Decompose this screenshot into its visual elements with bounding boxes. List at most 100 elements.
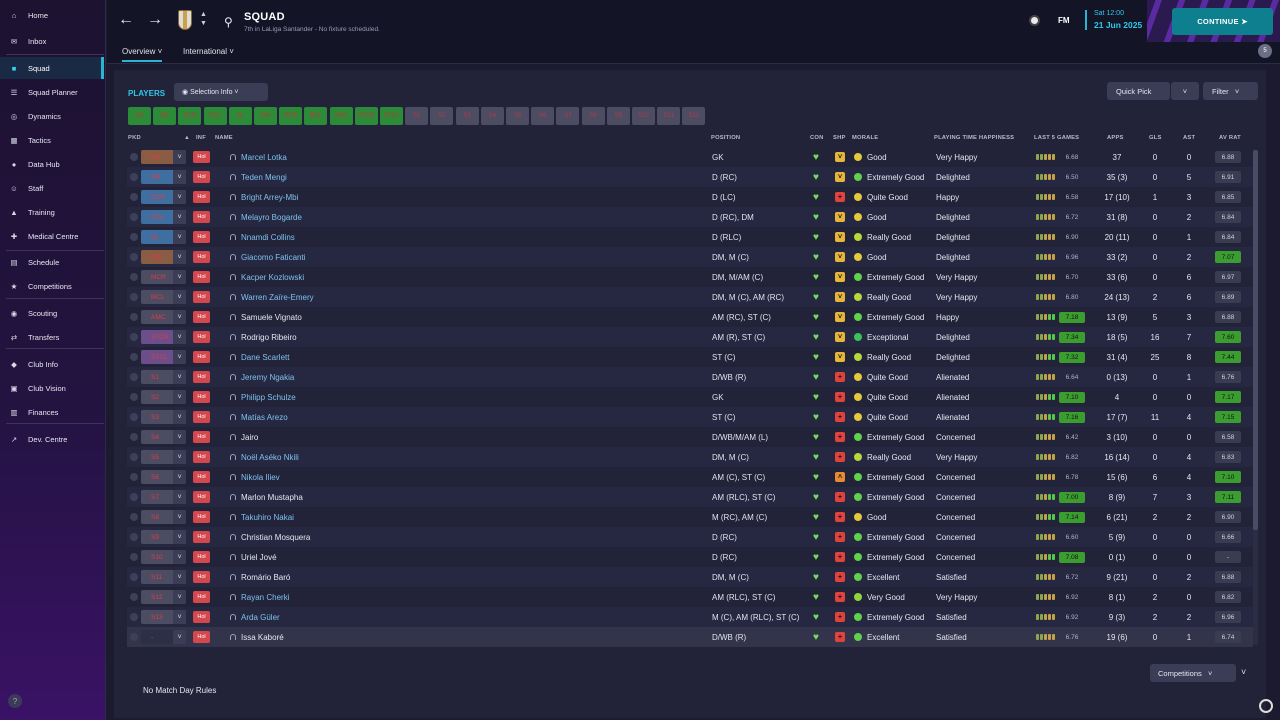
inf-badge[interactable]: Hol (193, 351, 210, 363)
select-radio[interactable] (130, 613, 138, 621)
pkd-dropdown[interactable]: S1 ˅ (141, 370, 186, 384)
pkd-dropdown[interactable]: S3 ˅ (141, 410, 186, 424)
table-row[interactable]: S4 ˅ Hol Jairo D/WB/M/AM (L) ♥ + Extremely Good… (127, 427, 1253, 447)
table-row[interactable]: MCL ˅ Hol Warren Zaïre-Emery DM, M (C), AM (… (127, 287, 1253, 307)
sidebar-item-schedule[interactable]: ▤ Schedule (0, 251, 104, 273)
inf-badge[interactable]: Hol (193, 371, 210, 383)
col-shp[interactable]: SHP (833, 135, 846, 141)
select-radio[interactable] (130, 193, 138, 201)
table-row[interactable]: - ˅ Hol Issa Kaboré D/WB (R) ♥ + Excellent Satis… (127, 627, 1253, 647)
tab-international[interactable]: International ˅ (183, 47, 234, 56)
inf-badge[interactable]: Hol (193, 451, 210, 463)
player-name[interactable]: Uriel Jové (230, 547, 277, 567)
back-arrow-icon[interactable]: ← (118, 11, 134, 29)
table-row[interactable]: STCR ˅ Hol Rodrigo Ribeiro AM (R), ST (C) ♥ ˅ E… (127, 327, 1253, 347)
select-radio[interactable] (130, 453, 138, 461)
quick-pick-button[interactable]: Quick Pick (1107, 82, 1170, 100)
pkd-dropdown[interactable]: AMC ˅ (141, 310, 186, 324)
game-date[interactable]: Sat 12:00 21 Jun 2025 (1085, 10, 1142, 30)
player-name[interactable]: Giacomo Faticanti (230, 247, 305, 267)
player-name[interactable]: Nnamdi Collins (230, 227, 295, 247)
position-chip-s11[interactable]: S11 (657, 107, 681, 125)
position-chip-gk[interactable]: GK (128, 107, 151, 125)
select-radio[interactable] (130, 253, 138, 261)
select-radio[interactable] (130, 433, 138, 441)
inf-badge[interactable]: Hol (193, 591, 210, 603)
table-row[interactable]: DR ˅ Hol Teden Mengi D (RC) ♥ ˅ Extremely Good D… (127, 167, 1253, 187)
sidebar-item-training[interactable]: ▲ Training (0, 201, 104, 223)
position-chip-s7[interactable]: S7 (556, 107, 580, 125)
position-chip-stcr[interactable]: STCR (354, 107, 378, 125)
pkd-dropdown[interactable]: S10 ˅ (141, 550, 186, 564)
help-icon[interactable]: ? (8, 694, 22, 708)
inf-badge[interactable]: Hol (193, 511, 210, 523)
select-radio[interactable] (130, 153, 138, 161)
pkd-dropdown[interactable]: DCR ˅ (141, 190, 186, 204)
table-row[interactable]: GK ˅ Hol Marcel Lotka GK ♥ ˅ Good Very Happy 6.68… (127, 147, 1253, 167)
table-row[interactable]: S11 ˅ Hol Romário Baró DM, M (C) ♥ + Excellent S… (127, 567, 1253, 587)
pkd-dropdown[interactable]: S7 ˅ (141, 490, 186, 504)
select-radio[interactable] (130, 413, 138, 421)
inf-badge[interactable]: Hol (193, 431, 210, 443)
notification-icon[interactable]: 5 (1258, 44, 1272, 58)
competitions-button[interactable]: Competitions ˅ (1150, 664, 1236, 682)
scrollbar[interactable] (1253, 150, 1258, 645)
sidebar-item-dynamics[interactable]: ◎ Dynamics (0, 105, 104, 127)
select-radio[interactable] (130, 593, 138, 601)
select-radio[interactable] (130, 373, 138, 381)
pkd-dropdown[interactable]: DCL ˅ (141, 210, 186, 224)
player-name[interactable]: Rayan Cherki (230, 587, 289, 607)
pkd-dropdown[interactable]: STCR ˅ (141, 330, 186, 344)
col-con[interactable]: CON (810, 135, 823, 141)
col-inf[interactable]: INF (196, 135, 206, 141)
selection-info-button[interactable]: ◉ Selection Info ˅ (174, 83, 268, 101)
sidebar-item-squad-planner[interactable]: ☰ Squad Planner (0, 81, 104, 103)
col-pkd[interactable]: PKD (128, 135, 141, 141)
pkd-dropdown[interactable]: DM ˅ (141, 250, 186, 264)
position-chip-mcl[interactable]: MCL (304, 107, 328, 125)
football-icon[interactable] (1029, 15, 1040, 26)
club-switch-arrows-icon[interactable]: ▲ ▼ (200, 10, 207, 28)
sidebar-item-finances[interactable]: ▥ Finances (0, 401, 104, 423)
select-radio[interactable] (130, 313, 138, 321)
player-name[interactable]: Rodrigo Ribeiro (230, 327, 297, 347)
table-row[interactable]: S6 ˅ Hol Nikola Iliev AM (C), ST (C) ♥ ˄ Extrem… (127, 467, 1253, 487)
table-row[interactable]: S8 ˅ Hol Takuhiro Nakai M (RC), AM (C) ♥ + Good… (127, 507, 1253, 527)
sidebar-item-squad[interactable]: ■ Squad (0, 57, 104, 79)
pkd-dropdown[interactable]: S6 ˅ (141, 470, 186, 484)
inf-badge[interactable]: Hol (193, 191, 210, 203)
table-row[interactable]: S7 ˅ Hol Marlon Mustapha AM (RLC), ST (C) ♥ + E… (127, 487, 1253, 507)
pkd-dropdown[interactable]: S11 ˅ (141, 570, 186, 584)
position-chip-dcr[interactable]: DCR (178, 107, 202, 125)
table-row[interactable]: S10 ˅ Hol Uriel Jové D (RC) ♥ + Extremely Good C… (127, 547, 1253, 567)
player-name[interactable]: Arda Güler (230, 607, 280, 627)
inf-badge[interactable]: Hol (193, 491, 210, 503)
player-name[interactable]: Jairo (230, 427, 258, 447)
position-chip-stcl[interactable]: STCL (380, 107, 403, 125)
inf-badge[interactable]: Hol (193, 551, 210, 563)
col-playing-time[interactable]: PLAYING TIME HAPPINESS (934, 135, 1014, 141)
select-radio[interactable] (130, 473, 138, 481)
player-name[interactable]: Takuhiro Nakai (230, 507, 294, 527)
player-name[interactable]: Issa Kaboré (230, 627, 284, 647)
pkd-dropdown[interactable]: DL ˅ (141, 230, 186, 244)
inf-badge[interactable]: Hol (193, 331, 210, 343)
player-name[interactable]: Romário Baró (230, 567, 290, 587)
pkd-dropdown[interactable]: S8 ˅ (141, 510, 186, 524)
table-row[interactable]: S12 ˅ Hol Rayan Cherki AM (RLC), ST (C) ♥ + Ver… (127, 587, 1253, 607)
inf-badge[interactable]: Hol (193, 531, 210, 543)
inf-badge[interactable]: Hol (193, 231, 210, 243)
select-radio[interactable] (130, 333, 138, 341)
select-radio[interactable] (130, 173, 138, 181)
col-avrat[interactable]: AV RAT (1219, 135, 1241, 141)
position-chip-s8[interactable]: S8 (581, 107, 605, 125)
position-chip-s10[interactable]: S10 (632, 107, 655, 125)
processing-icon[interactable] (1259, 699, 1273, 713)
pkd-dropdown[interactable]: S5 ˅ (141, 450, 186, 464)
inf-badge[interactable]: Hol (193, 471, 210, 483)
table-row[interactable]: DL ˅ Hol Nnamdi Collins D (RLC) ♥ ˅ Really Good… (127, 227, 1253, 247)
position-chip-dr[interactable]: DR (153, 107, 177, 125)
pkd-dropdown[interactable]: DR ˅ (141, 170, 186, 184)
inf-badge[interactable]: Hol (193, 151, 210, 163)
table-row[interactable]: DM ˅ Hol Giacomo Faticanti DM, M (C) ♥ ˅ Good De… (127, 247, 1253, 267)
